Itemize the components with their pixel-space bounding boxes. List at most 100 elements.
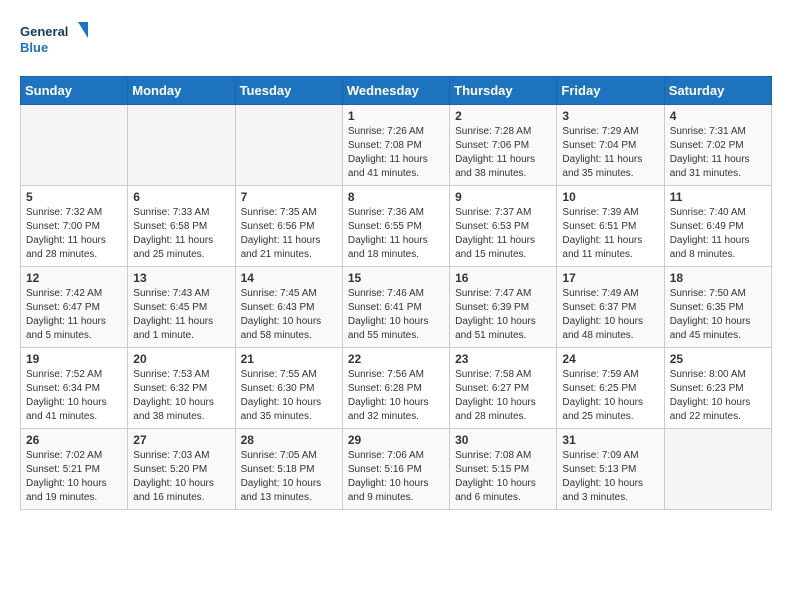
day-info: Sunrise: 7:03 AM Sunset: 5:20 PM Dayligh… bbox=[133, 449, 229, 505]
calendar-cell: 18 Sunrise: 7:50 AM Sunset: 6:35 PM Dayli… bbox=[664, 267, 771, 348]
calendar-week-row: 12 Sunrise: 7:42 AM Sunset: 6:47 PM Dayli… bbox=[21, 267, 772, 348]
day-number: 1 bbox=[348, 109, 444, 123]
logo: General Blue bbox=[20, 20, 90, 60]
calendar-cell: 11Sunrise: 7:40 AM Sunset: 6:49 PM Dayli… bbox=[664, 186, 771, 267]
calendar-cell: 15 Sunrise: 7:46 AM Sunset: 6:41 PM Dayli… bbox=[342, 267, 449, 348]
calendar-cell: 6Sunrise: 7:33 AM Sunset: 6:58 PM Daylig… bbox=[128, 186, 235, 267]
day-number: 4 bbox=[670, 109, 766, 123]
calendar-cell: 12 Sunrise: 7:42 AM Sunset: 6:47 PM Dayli… bbox=[21, 267, 128, 348]
day-of-week-header: Sunday bbox=[21, 77, 128, 105]
day-of-week-header: Friday bbox=[557, 77, 664, 105]
day-number: 25 bbox=[670, 352, 766, 366]
day-info: Sunrise: 7:53 AM Sunset: 6:32 PM Dayligh… bbox=[133, 368, 229, 424]
calendar-cell: 30Sunrise: 7:08 AM Sunset: 5:15 PM Dayli… bbox=[450, 429, 557, 510]
day-info: Sunrise: 7:31 AM Sunset: 7:02 PM Dayligh… bbox=[670, 125, 766, 181]
day-info: Sunrise: 7:35 AM Sunset: 6:56 PM Dayligh… bbox=[241, 206, 337, 262]
day-info: Sunrise: 7:37 AM Sunset: 6:53 PM Dayligh… bbox=[455, 206, 551, 262]
calendar-week-row: 26 Sunrise: 7:02 AM Sunset: 5:21 PM Dayli… bbox=[21, 429, 772, 510]
calendar-cell: 27Sunrise: 7:03 AM Sunset: 5:20 PM Dayli… bbox=[128, 429, 235, 510]
day-info: Sunrise: 7:50 AM Sunset: 6:35 PM Dayligh… bbox=[670, 287, 766, 343]
calendar-cell: 3 Sunrise: 7:29 AM Sunset: 7:04 PM Daylig… bbox=[557, 105, 664, 186]
day-info: Sunrise: 7:02 AM Sunset: 5:21 PM Dayligh… bbox=[26, 449, 122, 505]
calendar-cell: 21 Sunrise: 7:55 AM Sunset: 6:30 PM Dayli… bbox=[235, 348, 342, 429]
day-number: 29 bbox=[348, 433, 444, 447]
day-info: Sunrise: 7:55 AM Sunset: 6:30 PM Dayligh… bbox=[241, 368, 337, 424]
day-info: Sunrise: 7:47 AM Sunset: 6:39 PM Dayligh… bbox=[455, 287, 551, 343]
calendar-cell bbox=[128, 105, 235, 186]
day-of-week-header: Tuesday bbox=[235, 77, 342, 105]
day-of-week-header: Saturday bbox=[664, 77, 771, 105]
calendar-week-row: 1 Sunrise: 7:26 AM Sunset: 7:08 PM Daylig… bbox=[21, 105, 772, 186]
day-number: 16 bbox=[455, 271, 551, 285]
calendar-cell: 9 Sunrise: 7:37 AM Sunset: 6:53 PM Daylig… bbox=[450, 186, 557, 267]
day-of-week-header: Thursday bbox=[450, 77, 557, 105]
day-number: 14 bbox=[241, 271, 337, 285]
svg-text:Blue: Blue bbox=[20, 40, 48, 55]
day-info: Sunrise: 7:32 AM Sunset: 7:00 PM Dayligh… bbox=[26, 206, 122, 262]
calendar-cell: 28Sunrise: 7:05 AM Sunset: 5:18 PM Dayli… bbox=[235, 429, 342, 510]
logo-svg: General Blue bbox=[20, 20, 90, 60]
calendar-cell bbox=[21, 105, 128, 186]
day-info: Sunrise: 7:36 AM Sunset: 6:55 PM Dayligh… bbox=[348, 206, 444, 262]
calendar-cell: 29 Sunrise: 7:06 AM Sunset: 5:16 PM Dayli… bbox=[342, 429, 449, 510]
day-info: Sunrise: 7:05 AM Sunset: 5:18 PM Dayligh… bbox=[241, 449, 337, 505]
day-number: 11 bbox=[670, 190, 766, 204]
day-number: 17 bbox=[562, 271, 658, 285]
day-info: Sunrise: 7:26 AM Sunset: 7:08 PM Dayligh… bbox=[348, 125, 444, 181]
day-number: 26 bbox=[26, 433, 122, 447]
day-info: Sunrise: 7:42 AM Sunset: 6:47 PM Dayligh… bbox=[26, 287, 122, 343]
day-number: 20 bbox=[133, 352, 229, 366]
calendar-cell: 5Sunrise: 7:32 AM Sunset: 7:00 PM Daylig… bbox=[21, 186, 128, 267]
day-info: Sunrise: 7:58 AM Sunset: 6:27 PM Dayligh… bbox=[455, 368, 551, 424]
day-number: 22 bbox=[348, 352, 444, 366]
calendar-cell: 14 Sunrise: 7:45 AM Sunset: 6:43 PM Dayli… bbox=[235, 267, 342, 348]
day-info: Sunrise: 8:00 AM Sunset: 6:23 PM Dayligh… bbox=[670, 368, 766, 424]
day-info: Sunrise: 7:45 AM Sunset: 6:43 PM Dayligh… bbox=[241, 287, 337, 343]
calendar-cell: 13 Sunrise: 7:43 AM Sunset: 6:45 PM Dayli… bbox=[128, 267, 235, 348]
day-info: Sunrise: 7:56 AM Sunset: 6:28 PM Dayligh… bbox=[348, 368, 444, 424]
day-info: Sunrise: 7:06 AM Sunset: 5:16 PM Dayligh… bbox=[348, 449, 444, 505]
calendar-cell: 8 Sunrise: 7:36 AM Sunset: 6:55 PM Daylig… bbox=[342, 186, 449, 267]
day-number: 8 bbox=[348, 190, 444, 204]
calendar-week-row: 5Sunrise: 7:32 AM Sunset: 7:00 PM Daylig… bbox=[21, 186, 772, 267]
day-number: 23 bbox=[455, 352, 551, 366]
day-info: Sunrise: 7:43 AM Sunset: 6:45 PM Dayligh… bbox=[133, 287, 229, 343]
day-number: 12 bbox=[26, 271, 122, 285]
calendar-cell: 1 Sunrise: 7:26 AM Sunset: 7:08 PM Daylig… bbox=[342, 105, 449, 186]
calendar-cell: 25 Sunrise: 8:00 AM Sunset: 6:23 PM Dayli… bbox=[664, 348, 771, 429]
day-number: 2 bbox=[455, 109, 551, 123]
day-info: Sunrise: 7:29 AM Sunset: 7:04 PM Dayligh… bbox=[562, 125, 658, 181]
day-of-week-header: Monday bbox=[128, 77, 235, 105]
day-info: Sunrise: 7:46 AM Sunset: 6:41 PM Dayligh… bbox=[348, 287, 444, 343]
day-info: Sunrise: 7:28 AM Sunset: 7:06 PM Dayligh… bbox=[455, 125, 551, 181]
day-number: 15 bbox=[348, 271, 444, 285]
calendar-week-row: 19Sunrise: 7:52 AM Sunset: 6:34 PM Dayli… bbox=[21, 348, 772, 429]
day-number: 18 bbox=[670, 271, 766, 285]
day-number: 10 bbox=[562, 190, 658, 204]
day-number: 21 bbox=[241, 352, 337, 366]
calendar-cell: 26 Sunrise: 7:02 AM Sunset: 5:21 PM Dayli… bbox=[21, 429, 128, 510]
day-number: 3 bbox=[562, 109, 658, 123]
day-number: 24 bbox=[562, 352, 658, 366]
calendar-table: SundayMondayTuesdayWednesdayThursdayFrid… bbox=[20, 76, 772, 510]
calendar-cell: 2 Sunrise: 7:28 AM Sunset: 7:06 PM Daylig… bbox=[450, 105, 557, 186]
day-number: 31 bbox=[562, 433, 658, 447]
calendar-cell: 17 Sunrise: 7:49 AM Sunset: 6:37 PM Dayli… bbox=[557, 267, 664, 348]
calendar-cell: 10 Sunrise: 7:39 AM Sunset: 6:51 PM Dayli… bbox=[557, 186, 664, 267]
day-info: Sunrise: 7:49 AM Sunset: 6:37 PM Dayligh… bbox=[562, 287, 658, 343]
day-info: Sunrise: 7:39 AM Sunset: 6:51 PM Dayligh… bbox=[562, 206, 658, 262]
svg-text:General: General bbox=[20, 24, 68, 39]
calendar-cell: 20 Sunrise: 7:53 AM Sunset: 6:32 PM Dayli… bbox=[128, 348, 235, 429]
calendar-cell: 24 Sunrise: 7:59 AM Sunset: 6:25 PM Dayli… bbox=[557, 348, 664, 429]
day-of-week-header: Wednesday bbox=[342, 77, 449, 105]
calendar-cell: 7Sunrise: 7:35 AM Sunset: 6:56 PM Daylig… bbox=[235, 186, 342, 267]
day-number: 13 bbox=[133, 271, 229, 285]
calendar-cell: 4 Sunrise: 7:31 AM Sunset: 7:02 PM Daylig… bbox=[664, 105, 771, 186]
calendar-cell bbox=[235, 105, 342, 186]
day-number: 9 bbox=[455, 190, 551, 204]
calendar-cell: 19Sunrise: 7:52 AM Sunset: 6:34 PM Dayli… bbox=[21, 348, 128, 429]
day-info: Sunrise: 7:09 AM Sunset: 5:13 PM Dayligh… bbox=[562, 449, 658, 505]
calendar-cell bbox=[664, 429, 771, 510]
day-info: Sunrise: 7:59 AM Sunset: 6:25 PM Dayligh… bbox=[562, 368, 658, 424]
calendar-cell: 31 Sunrise: 7:09 AM Sunset: 5:13 PM Dayli… bbox=[557, 429, 664, 510]
